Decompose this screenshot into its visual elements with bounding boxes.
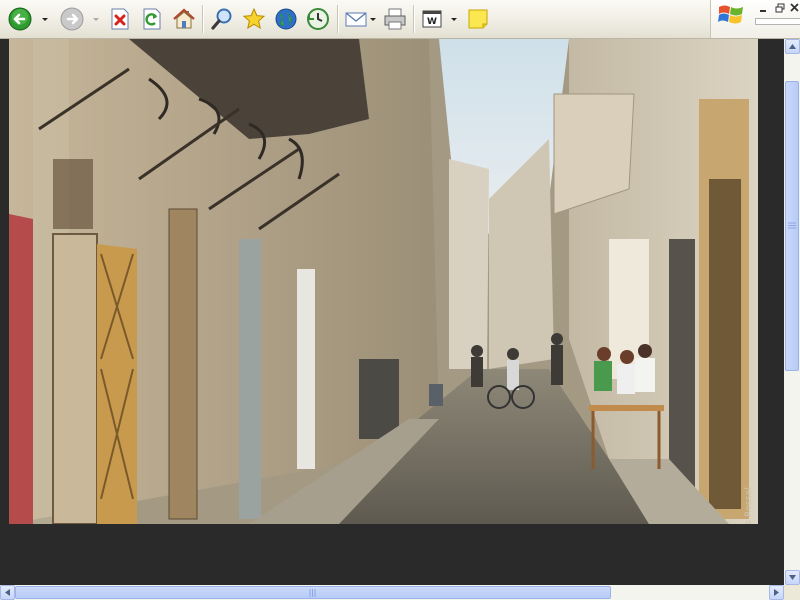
globe-media-icon[interactable] bbox=[273, 5, 299, 33]
chevron-down-icon bbox=[789, 575, 796, 580]
print-icon[interactable] bbox=[382, 5, 408, 33]
chevron-up-icon bbox=[789, 44, 796, 49]
refresh-icon[interactable] bbox=[139, 5, 165, 33]
brand-area bbox=[710, 0, 800, 38]
edit-word-icon[interactable]: W bbox=[419, 5, 445, 33]
mail-icon[interactable] bbox=[343, 5, 369, 33]
edit-word-label: W bbox=[427, 17, 437, 27]
horizontal-scrollbar[interactable] bbox=[0, 585, 784, 600]
search-icon[interactable] bbox=[209, 5, 235, 33]
horizontal-scroll-thumb[interactable] bbox=[15, 586, 611, 599]
forward-arrow-icon[interactable] bbox=[59, 5, 85, 33]
close-icon[interactable] bbox=[789, 3, 800, 13]
street-photo: (c) Hans Rossel bbox=[9, 39, 758, 524]
sticky-note-icon[interactable] bbox=[465, 5, 491, 33]
toolbar-separator bbox=[337, 5, 339, 33]
scroll-up-button[interactable] bbox=[785, 39, 800, 54]
forward-dropdown-icon bbox=[91, 6, 100, 32]
grip-icon bbox=[309, 588, 316, 597]
scroll-left-button[interactable] bbox=[0, 585, 15, 600]
history-icon[interactable] bbox=[305, 5, 331, 33]
browser-toolbar: W bbox=[0, 0, 800, 39]
brand-progress bbox=[755, 18, 800, 25]
back-arrow-icon[interactable] bbox=[7, 5, 33, 33]
toolbar-separator bbox=[202, 5, 204, 33]
stop-icon[interactable] bbox=[107, 5, 133, 33]
favorites-star-icon[interactable] bbox=[241, 5, 267, 33]
photo-credit: (c) Hans Rossel bbox=[744, 486, 754, 524]
vertical-scroll-thumb[interactable] bbox=[785, 81, 799, 372]
home-icon[interactable] bbox=[171, 5, 197, 33]
scroll-down-button[interactable] bbox=[785, 570, 800, 585]
toolbar-separator bbox=[413, 5, 415, 33]
back-dropdown-icon[interactable] bbox=[40, 6, 49, 32]
vertical-scrollbar[interactable] bbox=[784, 39, 800, 585]
windows-logo-icon bbox=[718, 5, 743, 24]
scrollbar-corner bbox=[784, 585, 800, 600]
mail-dropdown-icon[interactable] bbox=[368, 6, 377, 32]
scroll-right-button[interactable] bbox=[769, 585, 784, 600]
restore-icon[interactable] bbox=[775, 3, 786, 13]
minimize-icon[interactable] bbox=[759, 3, 770, 13]
grip-icon bbox=[788, 222, 796, 229]
chevron-left-icon bbox=[5, 589, 10, 596]
chevron-right-icon bbox=[774, 589, 779, 596]
page-viewport: (c) Hans Rossel bbox=[0, 39, 784, 585]
edit-dropdown-icon[interactable] bbox=[449, 6, 458, 32]
